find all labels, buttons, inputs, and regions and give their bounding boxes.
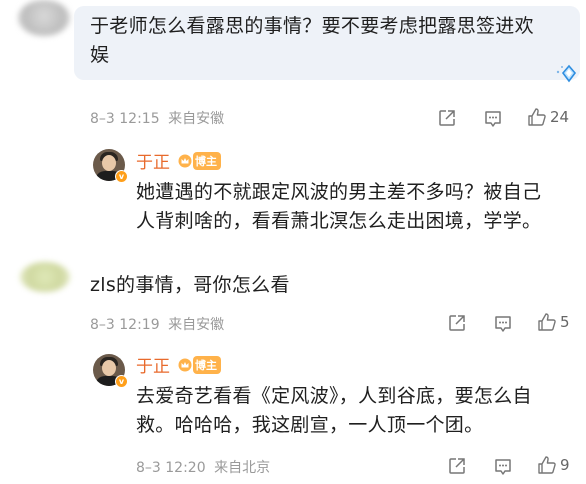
comment-time: 8–3 12:15 [90, 111, 160, 127]
thumbs-up-icon [528, 108, 546, 126]
thumbs-up-icon [538, 313, 556, 331]
reply-meta: 8–3 12:20 来自北京 [136, 457, 270, 477]
blogger-badge: 博主 [193, 151, 221, 170]
crown-icon [178, 358, 192, 371]
reply-header: 于正 博主 [136, 148, 221, 173]
like-count: 9 [560, 456, 570, 474]
like-button[interactable]: 24 [527, 107, 569, 127]
like-count: 24 [550, 108, 570, 126]
thumbs-up-icon [538, 456, 556, 474]
comment-text: zls的事情，哥你怎么看 [90, 274, 290, 296]
comment-text: 于老师怎么看露思的事情？要不要考虑把露思签进欢 娱 [90, 12, 576, 70]
comment-source: 来自安徽 [168, 111, 225, 127]
reply-text-line: 人背刺啥的，看看萧北溟怎么走出困境，学学。 [136, 210, 542, 232]
share-icon[interactable] [447, 456, 467, 476]
reply-source: 来自北京 [214, 460, 271, 476]
reply-header: 于正 博主 [136, 352, 221, 377]
share-icon[interactable] [437, 108, 457, 128]
like-button[interactable]: 9 [537, 455, 570, 475]
reply-text-line: 救。哈哈哈，我这剧宣，一人顶一个团。 [136, 414, 484, 436]
comment-source: 来自安徽 [168, 317, 225, 333]
commenter-avatar[interactable] [20, 262, 70, 292]
commenter-avatar[interactable] [18, 0, 70, 36]
like-count: 5 [560, 313, 570, 331]
reply-author[interactable]: 于正 [136, 148, 170, 173]
comment-meta: 8–3 12:19 来自安徽 [90, 314, 224, 334]
reply-author[interactable]: 于正 [136, 352, 170, 377]
crown-icon [178, 154, 192, 167]
vip-icon: v [115, 375, 128, 388]
comment-time: 8–3 12:19 [90, 317, 160, 333]
comment-icon[interactable] [493, 457, 513, 477]
comment-icon[interactable] [493, 314, 513, 334]
share-icon[interactable] [447, 313, 467, 333]
reply-text-line: 她遭遇的不就跟定风波的男主差不多吗？被自己 [136, 181, 542, 203]
comment-meta: 8–3 12:15 来自安徽 [90, 108, 224, 128]
comment-text-line: 于老师怎么看露思的事情？要不要考虑把露思签进欢 [90, 15, 534, 37]
reply-text-line: 去爱奇艺看看《定风波》，人到谷底，要怎么自 [136, 385, 532, 407]
reply-text: 去爱奇艺看看《定风波》，人到谷底，要怎么自 救。哈哈哈，我这剧宣，一人顶一个团。 [136, 382, 576, 440]
like-button[interactable]: 5 [537, 312, 570, 332]
reply-time: 8–3 12:20 [136, 460, 206, 476]
comment-icon[interactable] [483, 109, 503, 129]
vip-icon: v [115, 170, 128, 183]
diamond-icon [556, 64, 577, 83]
comment-text-line: 娱 [90, 44, 110, 66]
reply-text: 她遭遇的不就跟定风波的男主差不多吗？被自己 人背刺啥的，看看萧北溟怎么走出困境，… [136, 178, 576, 236]
blogger-badge: 博主 [193, 355, 221, 374]
